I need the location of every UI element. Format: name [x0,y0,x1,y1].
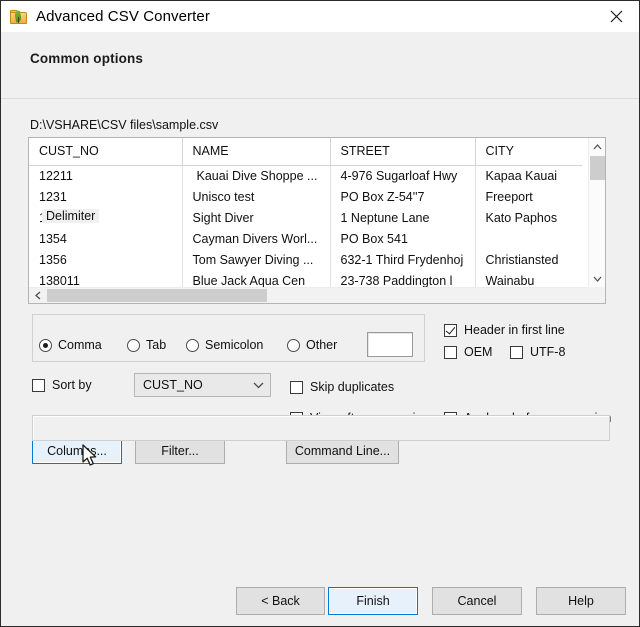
radio-on-icon [39,339,52,352]
cancel-button[interactable]: Cancel [432,587,522,615]
cell-cust-no: 1356 [29,249,182,270]
application-window: Advanced CSV Converter Common options D:… [0,0,640,627]
cell-name: Unisco test [182,186,330,207]
column-header-cust-no[interactable]: CUST_NO [29,138,182,165]
cell-name: Cayman Divers Worl... [182,228,330,249]
radio-delimiter-semicolon[interactable]: Semicolon [186,338,263,352]
cell-cust-no: 1231 [29,186,182,207]
scroll-up-icon[interactable] [589,138,606,155]
column-header-name[interactable]: NAME [182,138,330,165]
csv-preview-grid[interactable]: CUST_NO NAME STREET CITY 12211 Kauai Div… [28,137,606,304]
delimiter-legend-label: Delimiter [42,209,99,223]
cell-cust-no: 1354 [29,228,182,249]
checkbox-skip-duplicates[interactable]: Skip duplicates [290,380,394,394]
table-header-row: CUST_NO NAME STREET CITY [29,138,582,165]
sort-column-value: CUST_NO [135,378,246,392]
cell-city: Kapaa Kauai [475,165,582,186]
horizontal-scroll-thumb[interactable] [47,289,267,302]
cell-name: Kauai Dive Shoppe ... [182,165,330,186]
progress-bar [32,415,610,441]
radio-delimiter-other[interactable]: Other [287,338,337,352]
checkbox-empty-icon [444,346,457,359]
title-bar: Advanced CSV Converter [1,1,639,32]
table-row[interactable]: 138011 Blue Jack Aqua Cen 23-738 Padding… [29,270,582,287]
chevron-down-icon [246,382,270,389]
close-icon[interactable] [594,1,639,32]
scrollbar-corner [588,287,605,303]
preview-table: CUST_NO NAME STREET CITY 12211 Kauai Div… [29,138,582,287]
checkbox-sort-by[interactable]: Sort by [32,378,92,392]
table-row[interactable]: 1356 Tom Sawyer Diving ... 632-1 Third F… [29,249,582,270]
back-button[interactable]: < Back [236,587,325,615]
cell-street: 4-976 Sugarloaf Hwy [330,165,475,186]
finish-button[interactable]: Finish [328,587,418,615]
column-header-city[interactable]: CITY [475,138,582,165]
vertical-scroll-thumb[interactable] [590,156,605,180]
table-row[interactable]: 1354 Cayman Divers Worl... PO Box 541 [29,228,582,249]
folder-leaf-icon [10,9,27,25]
cell-city: Christiansted [475,249,582,270]
checkbox-empty-icon [32,379,45,392]
checkbox-label-header-in-first-line: Header in first line [464,323,565,337]
cell-cust-no: 138011 [29,270,182,287]
checkbox-label-oem: OEM [464,345,492,359]
window-title: Advanced CSV Converter [36,8,210,25]
table-row[interactable]: 1231 Unisco test PO Box Z-54''7 Freeport [29,186,582,207]
columns-button[interactable]: Columns... [32,438,122,464]
checkbox-header-in-first-line[interactable]: Header in first line [444,323,565,337]
radio-delimiter-tab[interactable]: Tab [127,338,166,352]
checkmark-icon [444,324,457,337]
radio-label-other: Other [306,338,337,352]
scroll-down-icon[interactable] [589,270,606,287]
page-title: Common options [30,51,143,66]
checkbox-label-utf8: UTF-8 [530,345,565,359]
help-button[interactable]: Help [536,587,626,615]
header-band: Common options [1,32,639,98]
table-row[interactable]: 12211 Kauai Dive Shoppe ... 4-976 Sugarl… [29,165,582,186]
filter-button[interactable]: Filter... [135,438,225,464]
cell-city: Freeport [475,186,582,207]
cell-city: Wainabu [475,270,582,287]
radio-delimiter-comma[interactable]: Comma [39,338,102,352]
grid-horizontal-scrollbar[interactable] [29,287,605,303]
grid-viewport: CUST_NO NAME STREET CITY 12211 Kauai Div… [29,138,582,287]
cell-name: Blue Jack Aqua Cen [182,270,330,287]
radio-label-semicolon: Semicolon [205,338,263,352]
cell-street: 632-1 Third Frydenhoj [330,249,475,270]
cell-street: PO Box 541 [330,228,475,249]
checkbox-label-skip-duplicates: Skip duplicates [310,380,394,394]
column-header-street[interactable]: STREET [330,138,475,165]
cell-cust-no: 12211 [29,165,182,186]
cell-name: Tom Sawyer Diving ... [182,249,330,270]
table-row[interactable]: 1351 Sight Diver 1 Neptune Lane Kato Pap… [29,207,582,228]
checkbox-label-sort-by: Sort by [52,378,92,392]
cell-name: Sight Diver [182,207,330,228]
radio-off-icon [186,339,199,352]
checkbox-empty-icon [290,381,303,394]
grid-vertical-scrollbar[interactable] [588,138,605,287]
radio-off-icon [127,339,140,352]
cell-city: Kato Paphos [475,207,582,228]
checkbox-empty-icon [510,346,523,359]
cell-street: 23-738 Paddington l [330,270,475,287]
source-file-path: D:\VSHARE\CSV files\sample.csv [30,118,218,132]
radio-label-comma: Comma [58,338,102,352]
radio-label-tab: Tab [146,338,166,352]
cell-street: PO Box Z-54''7 [330,186,475,207]
checkbox-oem[interactable]: OEM [444,345,492,359]
dialog-body: D:\VSHARE\CSV files\sample.csv CUST_NO N… [1,99,639,626]
radio-off-icon [287,339,300,352]
checkbox-utf8[interactable]: UTF-8 [510,345,565,359]
cell-street: 1 Neptune Lane [330,207,475,228]
command-line-button[interactable]: Command Line... [286,438,399,464]
other-delimiter-input[interactable] [367,332,413,357]
cell-city [475,228,582,249]
sort-column-dropdown[interactable]: CUST_NO [134,373,271,397]
scroll-left-icon[interactable] [29,288,46,303]
